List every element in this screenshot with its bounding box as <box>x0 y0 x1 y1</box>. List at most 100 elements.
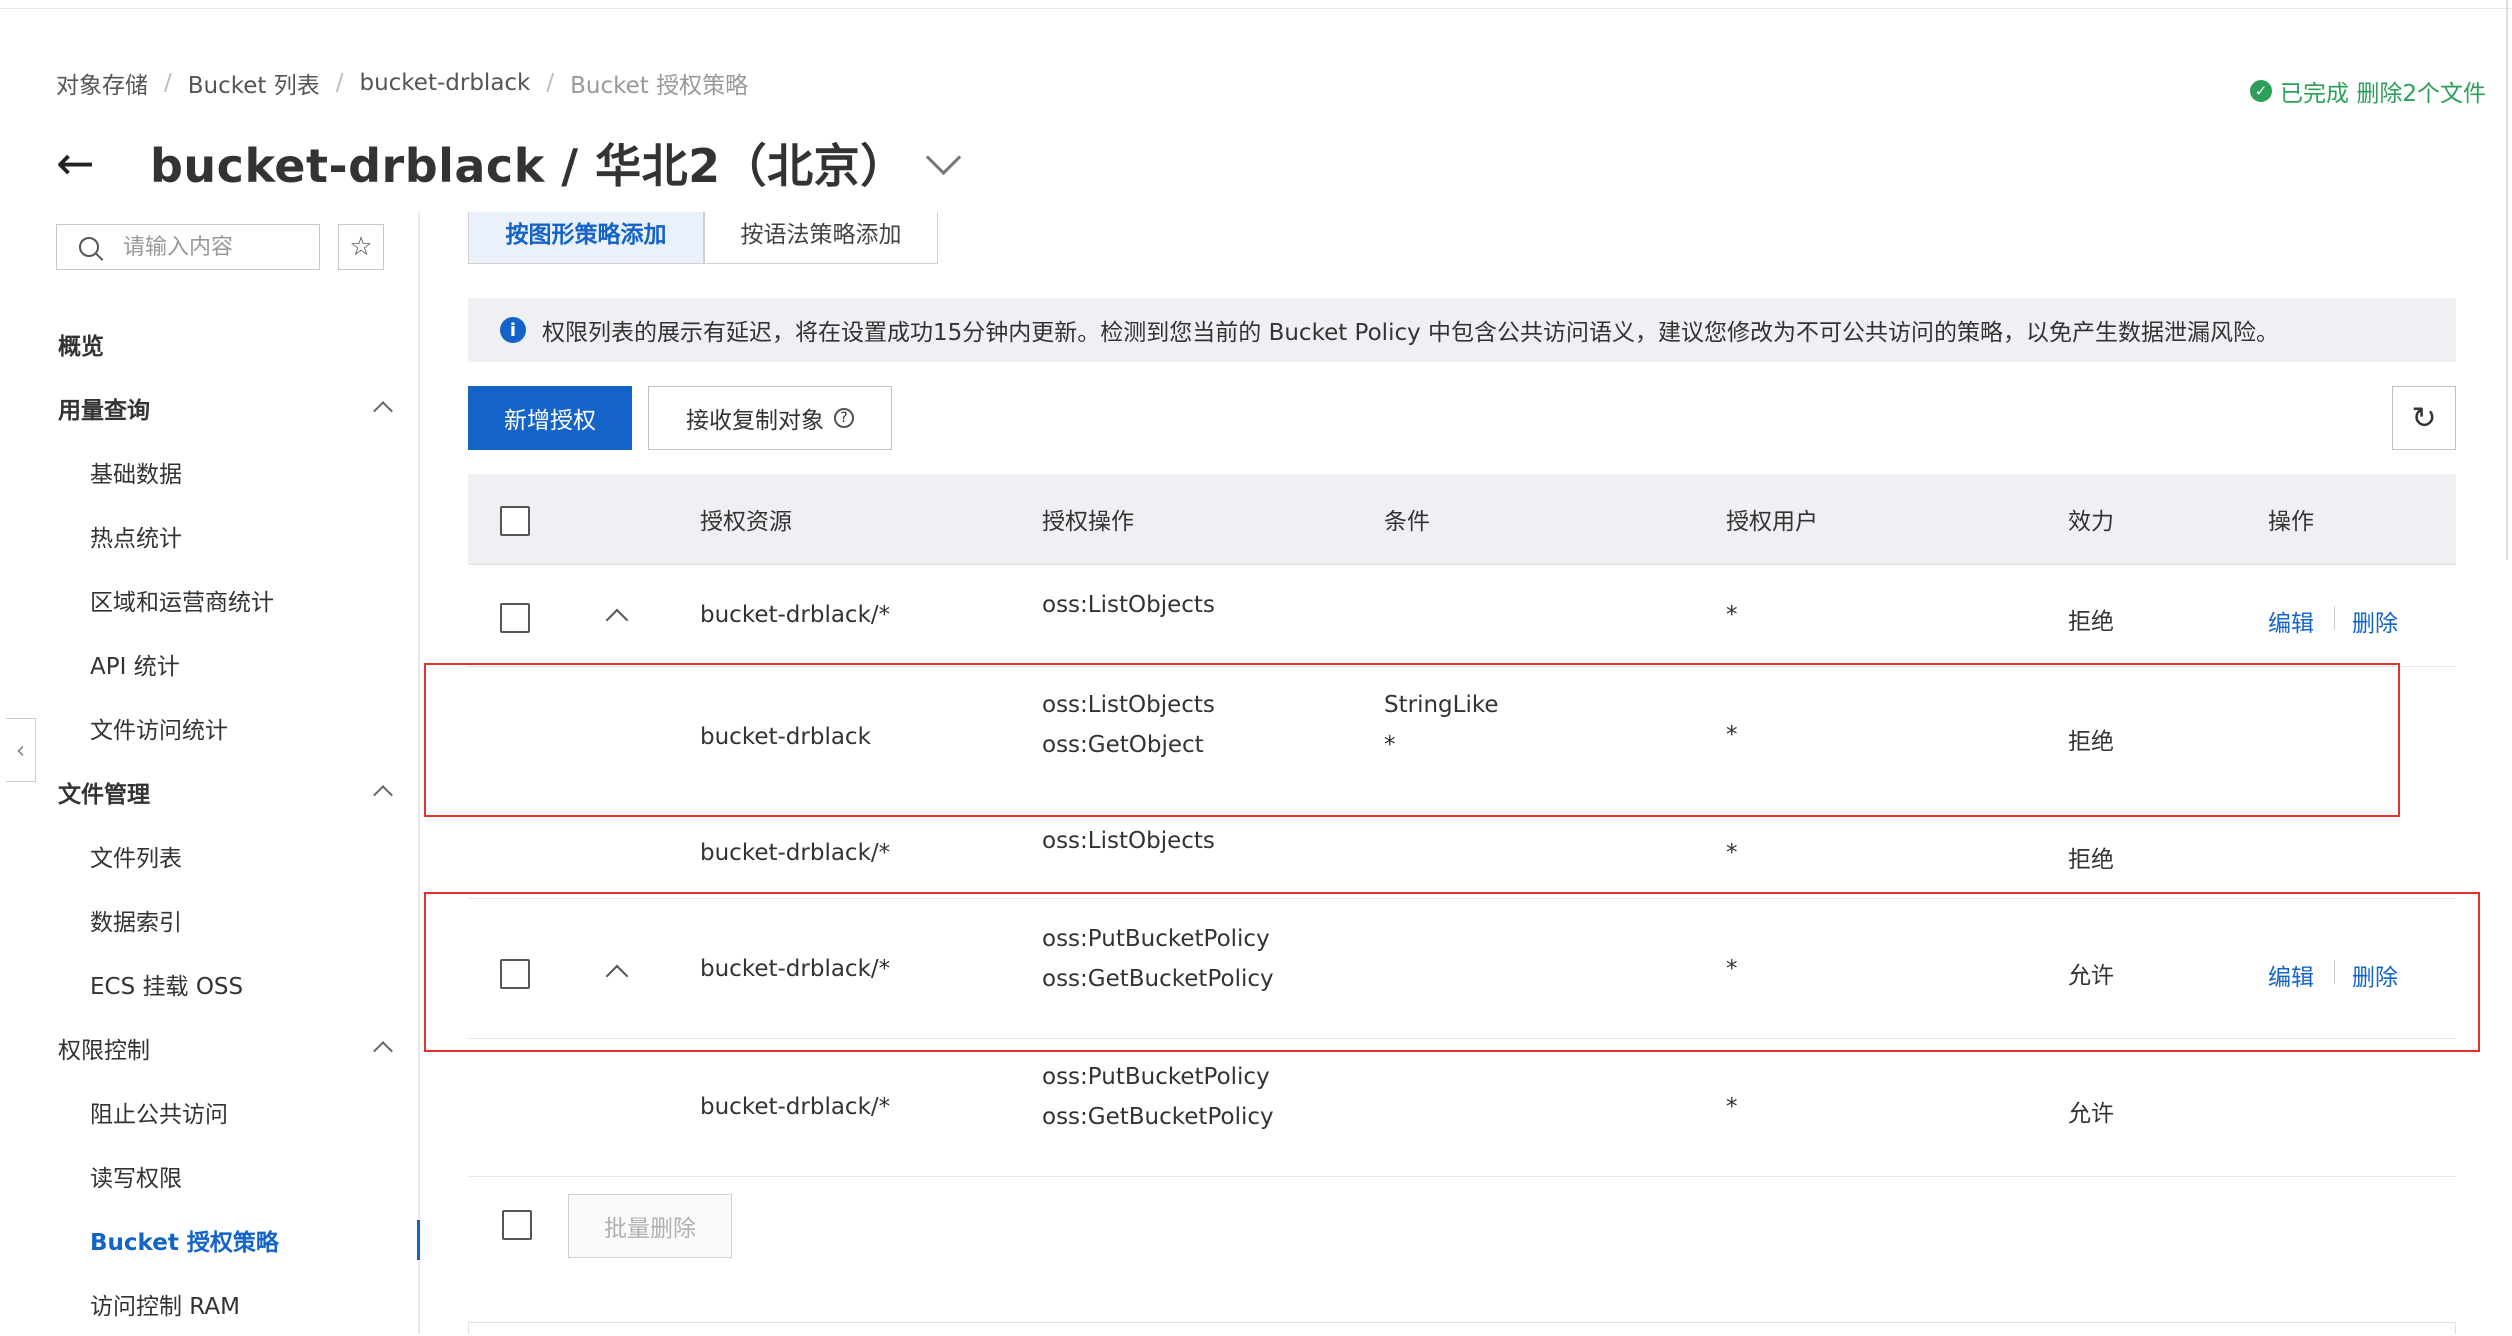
table-header: 授权资源 授权操作 条件 授权用户 效力 操作 <box>468 474 2456 565</box>
row-user: * <box>1726 602 1738 628</box>
row-resource: bucket-drblack/* <box>700 840 891 866</box>
receive-copy-objects-button[interactable]: 接收复制对象 ? <box>648 386 892 450</box>
sidebar-item-block-public-access[interactable]: 阻止公共访问 <box>0 1080 418 1144</box>
star-icon[interactable]: ☆ <box>338 224 384 270</box>
sidebar-search <box>56 224 320 270</box>
breadcrumb: 对象存储 / Bucket 列表 / bucket-drblack / Buck… <box>56 66 748 100</box>
sidebar-item-rw-permission[interactable]: 读写权限 <box>0 1144 418 1208</box>
sidebar-item-label: 概览 <box>58 334 104 360</box>
sidebar-group-access-control[interactable]: 权限控制 <box>0 1016 418 1080</box>
breadcrumb-separator: / <box>335 70 344 96</box>
column-header-resource: 授权资源 <box>700 509 792 535</box>
add-authorization-button[interactable]: 新增授权 <box>468 386 632 450</box>
row-resource: bucket-drblack/* <box>700 602 891 628</box>
sidebar-group-file-management[interactable]: 文件管理 <box>0 760 418 824</box>
status-text: 已完成 删除2个文件 <box>2280 81 2486 107</box>
row-effect: 允许 <box>2068 1101 2114 1127</box>
policy-tabs: 按图形策略添加 按语法策略添加 <box>468 212 938 264</box>
search-icon <box>79 237 99 257</box>
refresh-icon[interactable]: ↻ <box>2392 386 2456 450</box>
sidebar-item-label: API 统计 <box>90 654 180 680</box>
row-resource: bucket-drblack/* <box>700 1094 891 1120</box>
row-effect: 拒绝 <box>2068 609 2114 635</box>
row-user: * <box>1726 840 1738 866</box>
sidebar-item-label: 文件访问统计 <box>90 718 228 744</box>
info-icon: i <box>500 317 526 343</box>
sidebar-item-label: Bucket 授权策略 <box>90 1230 279 1256</box>
sidebar-item-region-stats[interactable]: 区域和运营商统计 <box>0 568 418 632</box>
sidebar-item-label: 访问控制 RAM <box>90 1294 240 1320</box>
sidebar-item-api-stats[interactable]: API 统计 <box>0 632 418 696</box>
sidebar-item-file-access-stats[interactable]: 文件访问统计 <box>0 696 418 760</box>
question-circle-icon[interactable]: ? <box>834 408 854 428</box>
delete-link[interactable]: 删除 <box>2352 604 2398 638</box>
check-circle-icon: ✓ <box>2250 80 2273 102</box>
highlight-box <box>424 663 2400 817</box>
chevron-down-icon[interactable] <box>925 139 961 175</box>
sidebar-item-hotspot-stats[interactable]: 热点统计 <box>0 504 418 568</box>
sidebar-item-label: 区域和运营商统计 <box>90 590 274 616</box>
sidebar-item-label: 文件列表 <box>90 846 182 872</box>
row-action: oss:ListObjects <box>1042 592 1215 618</box>
breadcrumb-bucket-list[interactable]: Bucket 列表 <box>188 66 320 100</box>
sidebar-item-label: 用量查询 <box>58 398 150 424</box>
divider <box>2334 606 2335 630</box>
sidebar-item-ecs-mount[interactable]: ECS 挂载 OSS <box>0 952 418 1016</box>
row-user: * <box>1726 1094 1738 1120</box>
sidebar-group-usage[interactable]: 用量查询 <box>0 376 418 440</box>
sidebar: ☆ 概览 用量查询 基础数据 热点统计 区域和运营商统计 API 统计 文件访问… <box>0 212 420 1334</box>
row-action: oss:ListObjects <box>1042 828 1215 854</box>
breadcrumb-bucket[interactable]: bucket-drblack <box>359 70 530 96</box>
notice-text: 权限列表的展示有延迟，将在设置成功15分钟内更新。检测到您当前的 Bucket … <box>542 320 2280 346</box>
breadcrumb-current: Bucket 授权策略 <box>570 73 749 99</box>
sidebar-item-label: ECS 挂载 OSS <box>90 974 244 1000</box>
sidebar-item-label: 数据索引 <box>90 910 182 936</box>
scrollbar[interactable] <box>2506 0 2508 560</box>
tab-graphic-policy[interactable]: 按图形策略添加 <box>468 212 704 264</box>
sidebar-item-label: 读写权限 <box>90 1166 182 1192</box>
breadcrumb-separator: / <box>546 70 555 96</box>
page-header: ← bucket-drblack / 华北2（北京） <box>56 130 961 196</box>
sidebar-item-basic-data[interactable]: 基础数据 <box>0 440 418 504</box>
breadcrumb-oss[interactable]: 对象存储 <box>56 66 148 100</box>
sidebar-nav: 概览 用量查询 基础数据 热点统计 区域和运营商统计 API 统计 文件访问统计… <box>0 312 420 1336</box>
footer-select-checkbox[interactable] <box>502 1210 532 1240</box>
chevron-up-icon[interactable] <box>605 608 629 632</box>
bottom-panel-edge <box>468 1322 2456 1334</box>
edit-link[interactable]: 编辑 <box>2268 604 2314 638</box>
column-header-effect: 效力 <box>2068 509 2114 535</box>
column-header-actions: 授权操作 <box>1042 509 1134 535</box>
row-action: oss:PutBucketPolicy <box>1042 1064 1270 1090</box>
page-title: bucket-drblack / 华北2（北京） <box>150 139 907 193</box>
chevron-up-icon[interactable] <box>373 401 393 421</box>
chevron-up-icon[interactable] <box>373 1041 393 1061</box>
top-bar <box>0 0 2512 9</box>
column-header-user: 授权用户 <box>1726 509 1818 535</box>
row-action: oss:GetBucketPolicy <box>1042 1104 1274 1130</box>
status-message: ✓ 已完成 删除2个文件 <box>2250 74 2486 108</box>
row-effect: 拒绝 <box>2068 847 2114 873</box>
batch-delete-button[interactable]: 批量删除 <box>568 1194 732 1258</box>
select-all-checkbox[interactable] <box>500 506 530 536</box>
tab-syntax-policy[interactable]: 按语法策略添加 <box>704 212 938 264</box>
sidebar-item-label: 权限控制 <box>58 1038 150 1064</box>
sidebar-collapse-handle[interactable]: ‹ <box>6 718 36 782</box>
chevron-left-icon: ‹ <box>15 736 26 764</box>
highlight-box <box>424 892 2480 1052</box>
arrow-left-icon[interactable]: ← <box>56 140 116 186</box>
sidebar-item-data-index[interactable]: 数据索引 <box>0 888 418 952</box>
sidebar-item-label: 基础数据 <box>90 462 182 488</box>
sidebar-item-label: 热点统计 <box>90 526 182 552</box>
column-header-operations: 操作 <box>2268 509 2314 535</box>
sidebar-item-ram[interactable]: 访问控制 RAM <box>0 1272 418 1336</box>
row-divider <box>468 1176 2456 1177</box>
receive-copy-objects-label: 接收复制对象 <box>686 408 824 434</box>
sidebar-item-label: 文件管理 <box>58 782 150 808</box>
sidebar-item-bucket-policy[interactable]: Bucket 授权策略 <box>0 1208 420 1272</box>
sidebar-item-file-list[interactable]: 文件列表 <box>0 824 418 888</box>
sidebar-item-overview[interactable]: 概览 <box>0 312 418 376</box>
sidebar-search-input[interactable] <box>121 233 305 261</box>
sidebar-item-label: 阻止公共访问 <box>90 1102 228 1128</box>
row-checkbox[interactable] <box>500 603 530 633</box>
chevron-up-icon[interactable] <box>373 785 393 805</box>
